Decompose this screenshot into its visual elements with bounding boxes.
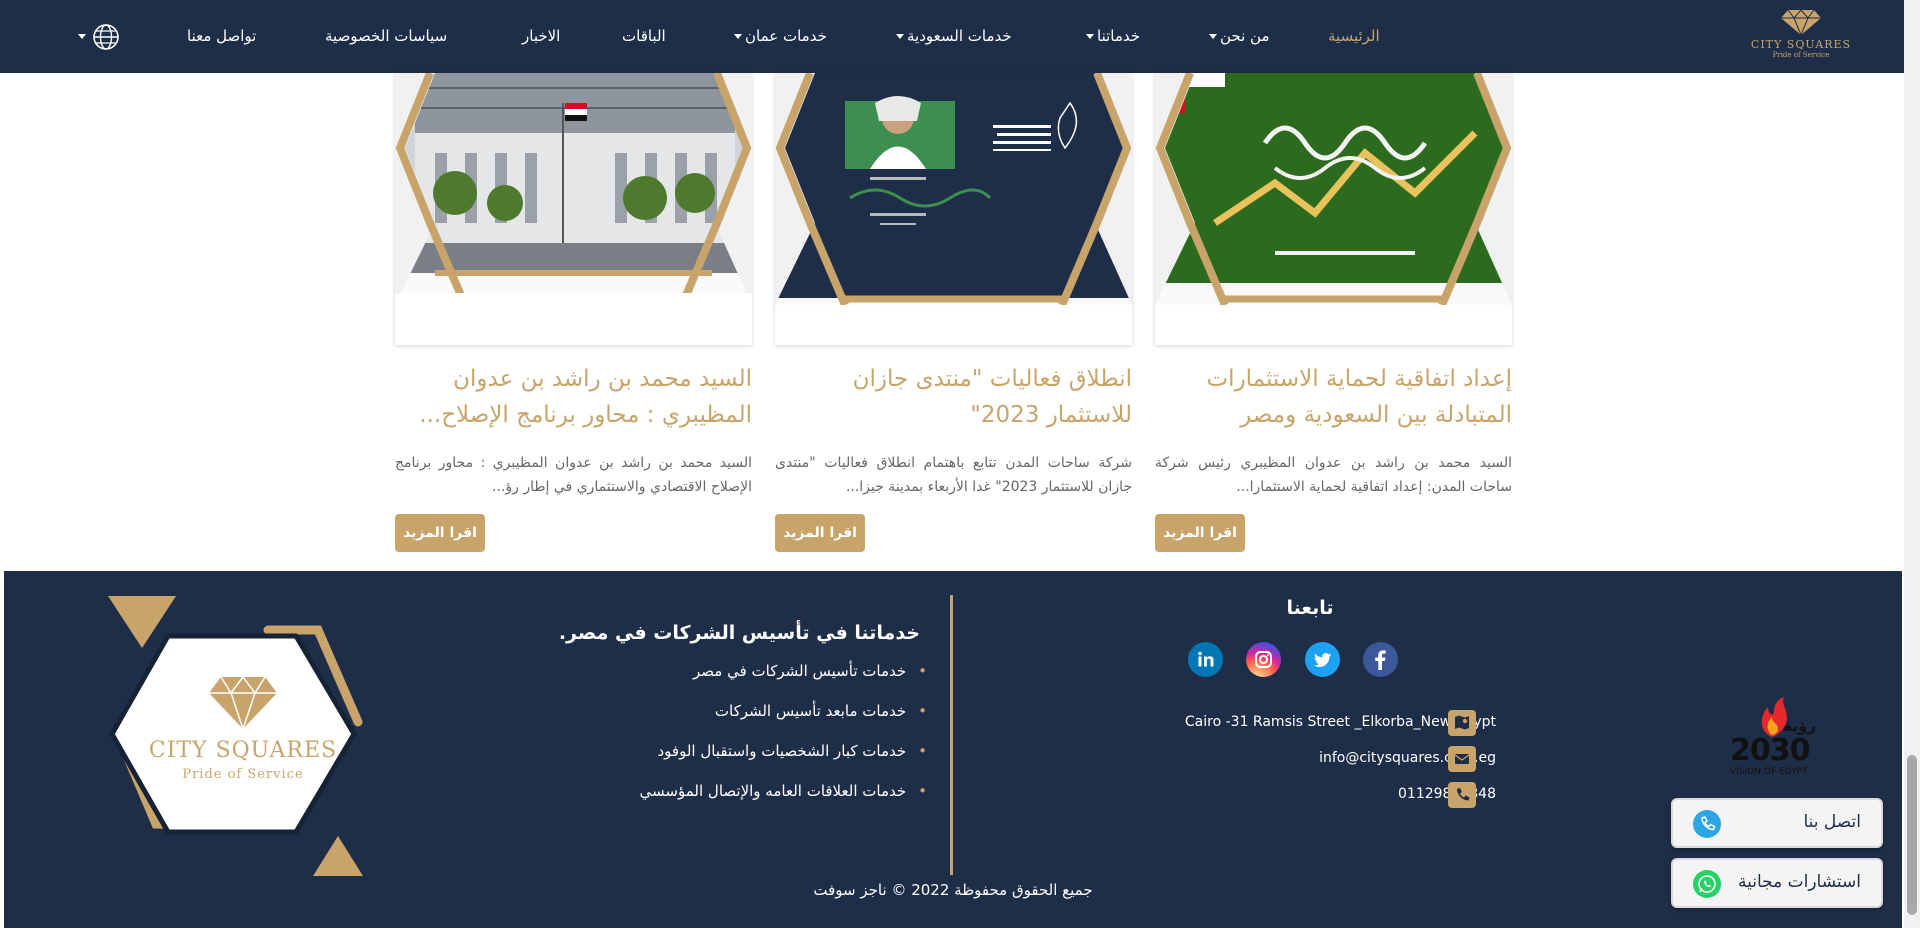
- phone-icon: [1693, 810, 1721, 838]
- vision-caption: VISION OF EGYPT: [1730, 767, 1808, 777]
- nav-home[interactable]: الرئيسية: [1328, 27, 1380, 45]
- linkedin-icon[interactable]: [1188, 642, 1223, 677]
- footer-logo-emblem: [108, 596, 363, 876]
- nav-contact[interactable]: تواصل معنا: [187, 27, 256, 45]
- vision-number: 2030: [1730, 733, 1810, 768]
- read-more-button[interactable]: اقرا المزيد: [775, 514, 865, 552]
- nav-news-label: الاخبار: [522, 27, 561, 45]
- diamond-logo-icon: [1781, 9, 1821, 36]
- chevron-down-icon: [1086, 34, 1094, 39]
- chevron-down-icon: [1209, 34, 1217, 39]
- scrollbar-thumb[interactable]: [1907, 755, 1917, 915]
- nav-about[interactable]: من نحن: [1206, 27, 1270, 45]
- copyright-text: جميع الحقوق محفوظة 2022 © ناجز سوفت: [813, 881, 1093, 899]
- news-excerpt: السيد محمد بن راشد بن عدوان المظيبري رئي…: [1155, 455, 1512, 495]
- footer-divider: [950, 595, 953, 875]
- news-title[interactable]: إعداد اتفاقية لحماية الاستثمارات المتباد…: [1155, 361, 1512, 433]
- chevron-down-icon: [896, 34, 904, 39]
- footer-logo-name: CITY SQUARES: [148, 738, 338, 763]
- nav-saudi-services-label: خدمات السعودية: [907, 27, 1012, 45]
- nav-contact-label: تواصل معنا: [187, 27, 257, 45]
- news-title[interactable]: انطلاق فعاليات "منتدى جازان للاستثمار 20…: [775, 361, 1132, 433]
- vision-2030-logo: رؤية 2030 VISION OF EGYPT: [1726, 695, 1822, 785]
- twitter-icon[interactable]: [1305, 642, 1340, 677]
- service-link[interactable]: خدمات تأسيس الشركات في مصر: [693, 662, 927, 680]
- service-link[interactable]: خدمات العلاقات العامه والإتصال المؤسسي: [640, 782, 927, 800]
- news-excerpt: السيد محمد بن راشد بن عدوان المظيبري : م…: [395, 455, 752, 495]
- nav-privacy[interactable]: سياسات الخصوصية: [325, 27, 447, 45]
- news-excerpt: شركة ساحات المدن تتابع باهتمام انطلاق فع…: [775, 455, 1132, 495]
- nav-home-label: الرئيسية: [1328, 27, 1380, 45]
- news-title[interactable]: السيد محمد بن راشد بن عدوان المظيبري : م…: [395, 361, 752, 433]
- chevron-down-icon: [734, 34, 742, 39]
- top-navbar: CITY SQUARES Pride of Service الرئيسية م…: [0, 0, 1920, 73]
- read-more-button[interactable]: اقرا المزيد: [1155, 514, 1245, 552]
- nav-packages[interactable]: الباقات: [622, 27, 666, 45]
- news-image-saudi-flag[interactable]: [1155, 73, 1512, 345]
- news-image-ministry-building[interactable]: [395, 73, 752, 345]
- news-card: السيد محمد بن راشد بن عدوان المظيبري : م…: [395, 73, 752, 552]
- brand-name: CITY SQUARES: [1750, 38, 1852, 51]
- envelope-icon: [1448, 746, 1476, 772]
- footer-logo-tagline: Pride of Service: [182, 767, 304, 782]
- services-title: خدماتنا في تأسيس الشركات في مصر.: [558, 622, 920, 644]
- free-consultation-button[interactable]: استشارات مجانية: [1671, 858, 1883, 908]
- nav-privacy-label: سياسات الخصوصية: [325, 27, 448, 45]
- instagram-icon[interactable]: [1246, 642, 1281, 677]
- read-more-button[interactable]: اقرا المزيد: [395, 514, 485, 552]
- nav-saudi-services[interactable]: خدمات السعودية: [893, 27, 1012, 45]
- brand-logo[interactable]: CITY SQUARES Pride of Service: [1745, 8, 1857, 68]
- follow-us-title: تابعنا: [1286, 597, 1334, 619]
- whatsapp-icon: [1693, 870, 1721, 898]
- nav-news[interactable]: الاخبار: [522, 27, 560, 45]
- brand-tagline: Pride of Service: [1772, 51, 1830, 59]
- diamond-logo-icon: [209, 675, 277, 730]
- nav-about-label: من نحن: [1220, 27, 1270, 45]
- news-card: انطلاق فعاليات "منتدى جازان للاستثمار 20…: [775, 73, 1132, 552]
- globe-icon[interactable]: [92, 23, 120, 51]
- nav-packages-label: الباقات: [622, 27, 666, 45]
- news-image-jazan-forum[interactable]: [775, 73, 1132, 345]
- news-card: إعداد اتفاقية لحماية الاستثمارات المتباد…: [1155, 73, 1512, 552]
- call-us-label: اتصل بنا: [1803, 812, 1861, 832]
- service-link[interactable]: خدمات كبار الشخصيات واستقبال الوفود: [658, 742, 928, 760]
- call-us-button[interactable]: اتصل بنا: [1671, 798, 1883, 848]
- nav-services[interactable]: خدماتنا: [1083, 27, 1140, 45]
- phone-icon: [1448, 782, 1476, 808]
- chevron-down-icon[interactable]: [78, 34, 86, 39]
- free-consultation-label: استشارات مجانية: [1737, 872, 1861, 892]
- service-link[interactable]: خدمات مابعد تأسيس الشركات: [715, 702, 927, 720]
- map-icon: [1448, 710, 1476, 736]
- facebook-icon[interactable]: [1363, 642, 1398, 677]
- nav-services-label: خدماتنا: [1097, 27, 1141, 45]
- nav-oman-services[interactable]: خدمات عمان: [731, 27, 827, 45]
- nav-oman-services-label: خدمات عمان: [745, 27, 827, 45]
- phone-text[interactable]: 01129856848: [1398, 786, 1496, 802]
